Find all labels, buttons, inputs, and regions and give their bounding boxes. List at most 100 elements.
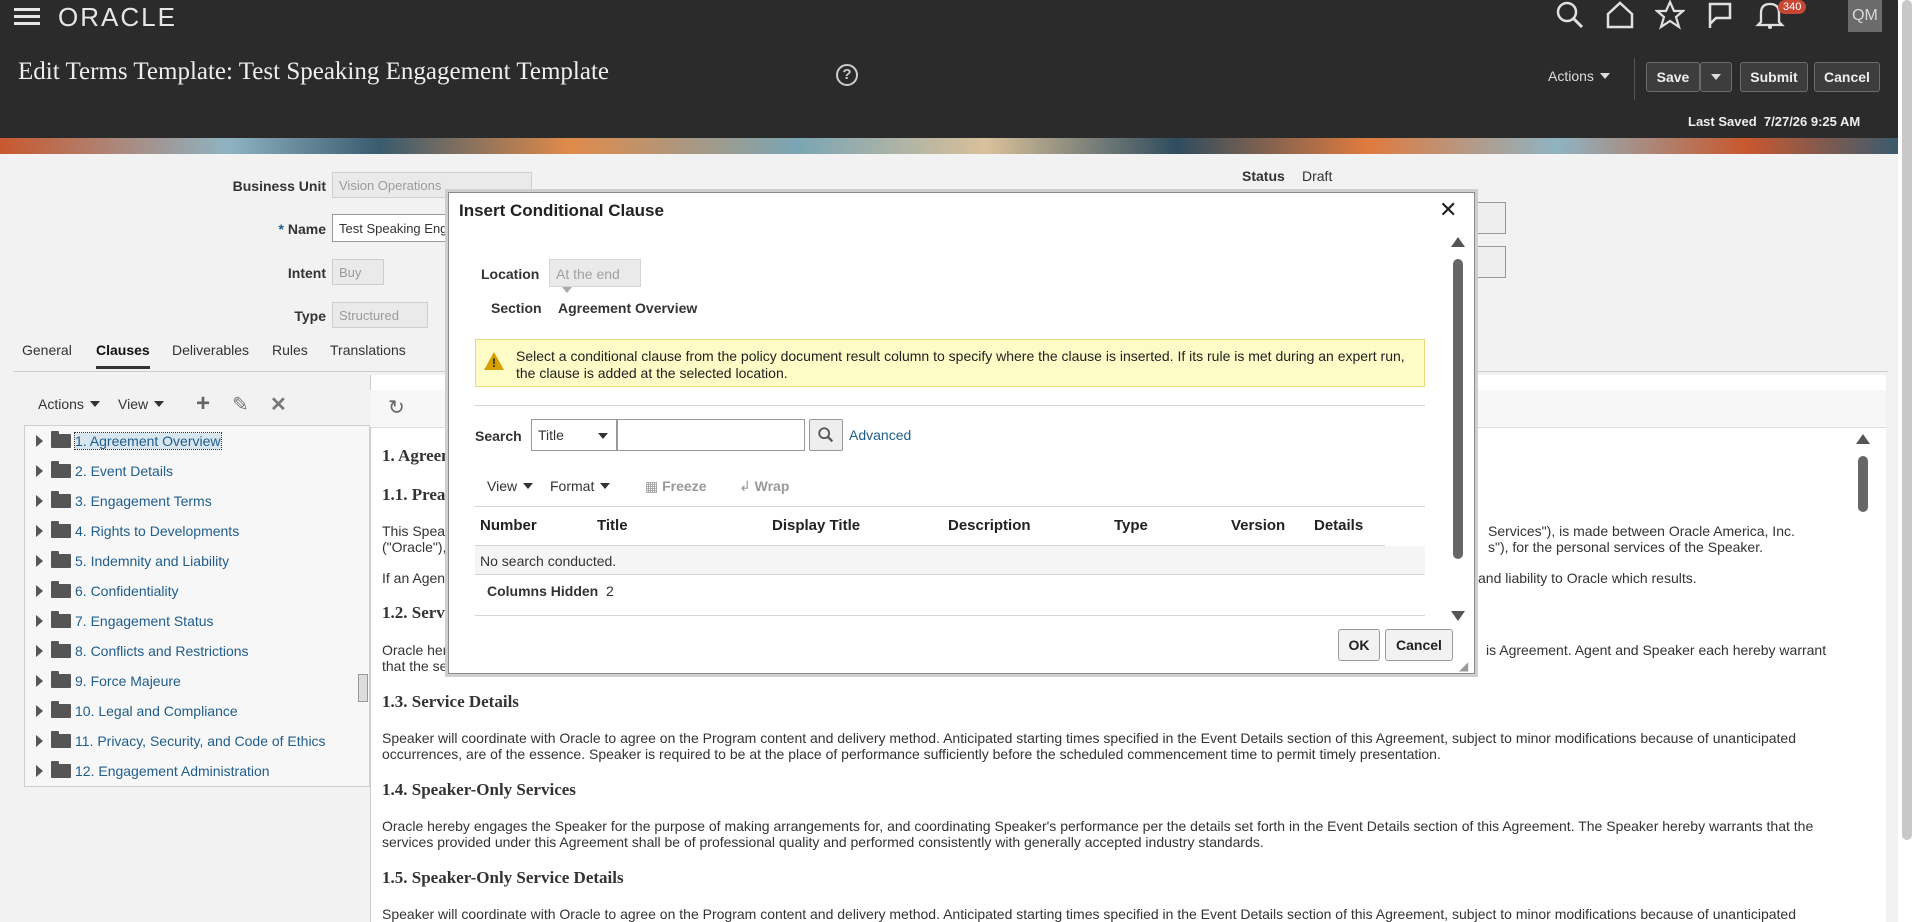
tree-item[interactable]: 6. Confidentiality xyxy=(36,581,179,607)
scroll-up-arrow-icon[interactable] xyxy=(1856,434,1870,444)
tab-deliverables[interactable]: Deliverables xyxy=(172,342,249,358)
column-header-title[interactable]: Title xyxy=(597,517,628,534)
status-label: Status xyxy=(1242,168,1285,184)
expand-arrow-icon[interactable] xyxy=(36,495,43,507)
tree-item[interactable]: 4. Rights to Developments xyxy=(36,521,239,547)
expand-arrow-icon[interactable] xyxy=(36,645,43,657)
tree-item[interactable]: 5. Indemnity and Liability xyxy=(36,551,229,577)
header-actions-menu[interactable]: Actions xyxy=(1548,68,1610,84)
expand-arrow-icon[interactable] xyxy=(36,555,43,567)
tree-item-label: 7. Engagement Status xyxy=(75,613,214,629)
tab-general[interactable]: General xyxy=(22,342,72,358)
help-icon[interactable]: ? xyxy=(836,64,858,86)
tab-translations[interactable]: Translations xyxy=(330,342,406,358)
content-scrollbar-thumb[interactable] xyxy=(1858,456,1868,512)
dialog-scrollbar-thumb[interactable] xyxy=(1453,259,1463,559)
tree-actions-menu[interactable]: Actions xyxy=(38,396,100,412)
column-header-type[interactable]: Type xyxy=(1114,517,1148,534)
column-header-details[interactable]: Details xyxy=(1314,517,1363,534)
home-icon[interactable] xyxy=(1605,0,1639,30)
delete-x-icon[interactable]: ✕ xyxy=(270,392,287,417)
add-icon[interactable]: + xyxy=(196,390,210,418)
results-view-label: View xyxy=(487,478,518,494)
clause-text: is Agreement. Agent and Speaker each her… xyxy=(1486,642,1827,658)
results-format-menu[interactable]: Format xyxy=(550,478,611,494)
tree-item[interactable]: 8. Conflicts and Restrictions xyxy=(36,641,249,667)
expand-arrow-icon[interactable] xyxy=(36,705,43,717)
chevron-down-icon xyxy=(600,483,611,489)
empty-results-text: No search conducted. xyxy=(480,553,617,569)
folder-icon xyxy=(51,761,71,778)
tree-item-label: 3. Engagement Terms xyxy=(75,493,212,509)
clause-heading: 1. Agreem xyxy=(382,446,456,465)
search-field-select[interactable]: Title xyxy=(531,419,617,451)
tree-item[interactable]: 2. Event Details xyxy=(36,461,174,487)
search-icon xyxy=(818,427,834,443)
collapse-pane-handle[interactable] xyxy=(358,674,368,702)
save-options-dropdown[interactable] xyxy=(1700,62,1732,92)
column-header-number[interactable]: Number xyxy=(480,517,537,534)
warning-message: ! Select a conditional clause from the p… xyxy=(475,339,1425,387)
status-value: Draft xyxy=(1302,168,1333,184)
chevron-down-icon xyxy=(154,401,165,407)
search-input[interactable] xyxy=(617,419,805,451)
expand-arrow-icon[interactable] xyxy=(36,675,43,687)
close-icon[interactable]: ✕ xyxy=(1439,197,1457,223)
scroll-up-arrow-icon[interactable] xyxy=(1451,237,1465,247)
resize-handle-icon[interactable]: ◢ xyxy=(1459,659,1468,673)
expand-arrow-icon[interactable] xyxy=(36,765,43,777)
expand-arrow-icon[interactable] xyxy=(36,435,43,447)
results-view-menu[interactable]: View xyxy=(487,478,534,494)
page-scrollbar-thumb[interactable] xyxy=(1902,0,1912,840)
hamburger-menu-icon[interactable] xyxy=(14,5,40,27)
tree-item-label: 6. Confidentiality xyxy=(75,583,179,599)
name-input[interactable]: Test Speaking Engagement Template xyxy=(332,214,452,242)
tab-rules[interactable]: Rules xyxy=(272,342,308,358)
cancel-button[interactable]: Cancel xyxy=(1814,62,1880,92)
tree-item[interactable]: 7. Engagement Status xyxy=(36,611,214,637)
scroll-down-arrow-icon[interactable] xyxy=(1451,611,1465,621)
expand-arrow-icon[interactable] xyxy=(36,585,43,597)
divider xyxy=(475,405,1425,406)
page-scrollbar[interactable] xyxy=(1898,0,1918,922)
calendar-icon[interactable] xyxy=(1476,202,1506,234)
user-avatar[interactable]: QM xyxy=(1848,0,1882,32)
warning-text: Select a conditional clause from the pol… xyxy=(516,348,1405,381)
tree-item[interactable]: 10. Legal and Compliance xyxy=(36,701,238,727)
tree-item[interactable]: 12. Engagement Administration xyxy=(36,761,270,787)
wrap-icon: ↲ xyxy=(739,478,751,494)
submit-button[interactable]: Submit xyxy=(1740,62,1808,92)
calendar-icon[interactable] xyxy=(1476,246,1506,278)
clause-text: Services"), is made between Oracle Ameri… xyxy=(1488,523,1795,539)
search-button[interactable] xyxy=(809,419,843,451)
results-row xyxy=(475,546,1425,574)
advanced-search-link[interactable]: Advanced xyxy=(849,427,911,443)
tab-clauses[interactable]: Clauses xyxy=(96,342,150,369)
search-field-value: Title xyxy=(538,427,564,443)
favorites-star-icon[interactable] xyxy=(1654,0,1689,30)
search-icon[interactable] xyxy=(1555,0,1589,30)
save-button[interactable]: Save xyxy=(1646,62,1700,92)
column-header-version[interactable]: Version xyxy=(1231,517,1285,534)
edit-pencil-icon[interactable]: ✎ xyxy=(232,392,249,417)
folder-icon xyxy=(51,551,71,568)
location-value: At the end xyxy=(556,266,620,282)
expand-arrow-icon[interactable] xyxy=(36,465,43,477)
last-saved: Last Saved 7/27/26 9:25 AM xyxy=(1688,114,1860,129)
tree-item[interactable]: 1. Agreement Overview xyxy=(36,431,222,457)
ok-button[interactable]: OK xyxy=(1338,629,1380,661)
tree-view-menu[interactable]: View xyxy=(118,396,165,412)
refresh-icon[interactable]: ↻ xyxy=(388,395,405,420)
expand-arrow-icon[interactable] xyxy=(36,615,43,627)
column-header-description[interactable]: Description xyxy=(948,517,1031,534)
column-header-display-title[interactable]: Display Title xyxy=(772,517,860,534)
expand-arrow-icon[interactable] xyxy=(36,735,43,747)
dialog-cancel-button[interactable]: Cancel xyxy=(1385,629,1453,661)
tree-item[interactable]: 3. Engagement Terms xyxy=(36,491,212,517)
tree-actions-label: Actions xyxy=(38,396,84,412)
expand-arrow-icon[interactable] xyxy=(36,525,43,537)
tree-item-label: 2. Event Details xyxy=(75,463,174,479)
tree-item[interactable]: 11. Privacy, Security, and Code of Ethic… xyxy=(36,731,326,757)
flag-icon[interactable] xyxy=(1705,0,1739,30)
tree-item[interactable]: 9. Force Majeure xyxy=(36,671,181,697)
